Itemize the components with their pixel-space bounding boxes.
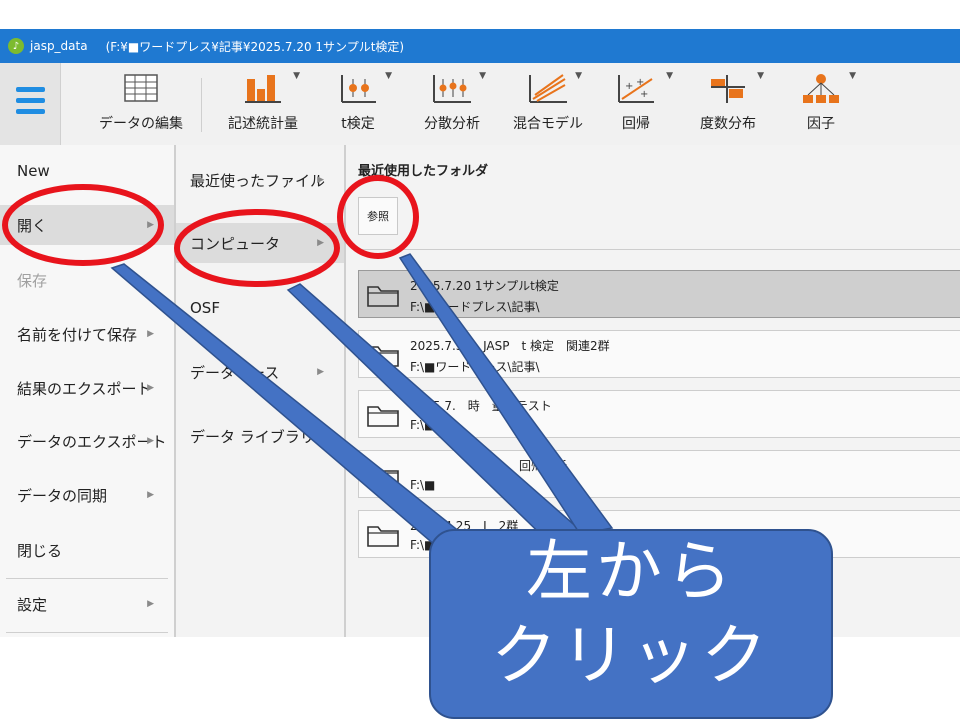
callout-arrow <box>286 283 582 549</box>
highlight-ellipse-open <box>2 184 164 266</box>
highlight-ellipse-browse <box>337 175 419 259</box>
highlight-ellipse-computer <box>174 209 340 287</box>
callout-text: 左から クリック <box>491 533 771 694</box>
